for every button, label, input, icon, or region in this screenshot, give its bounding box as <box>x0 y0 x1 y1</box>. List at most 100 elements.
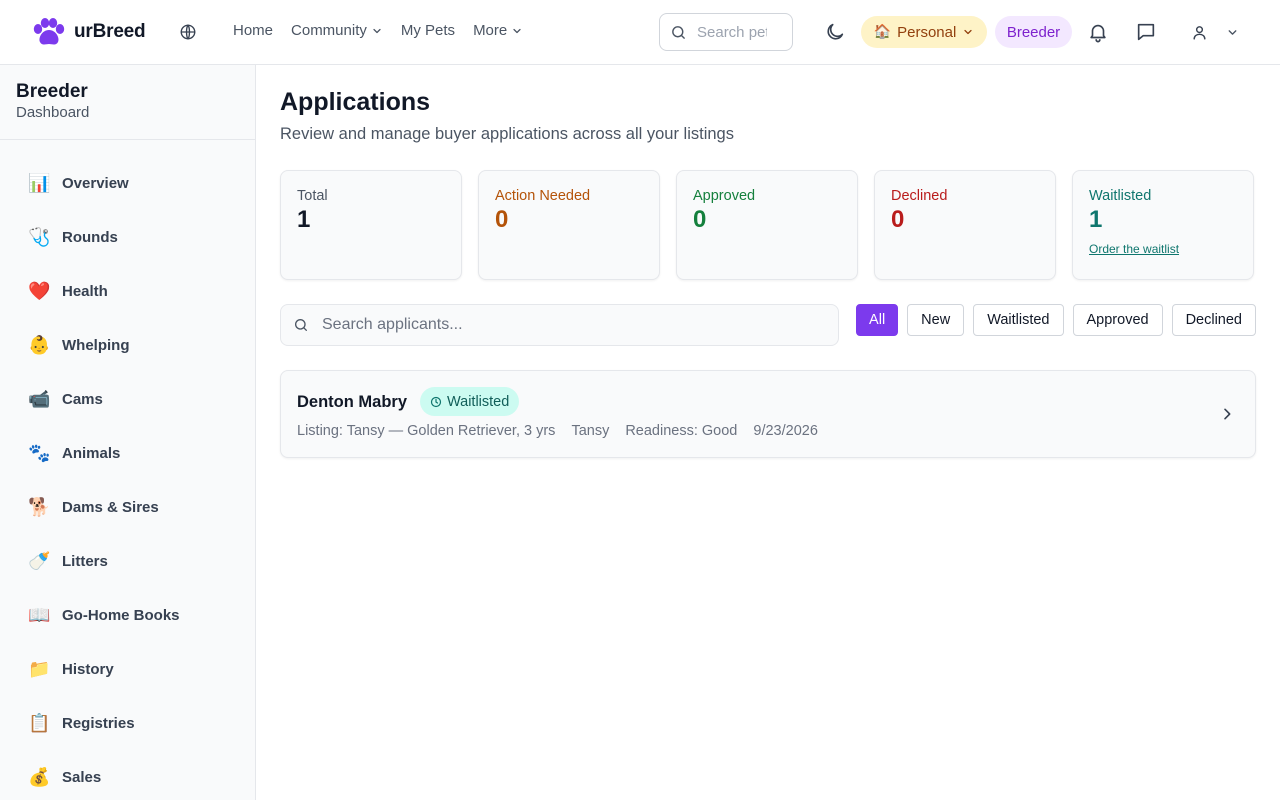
sidebar-item-label: Whelping <box>62 336 130 354</box>
stat-value: 0 <box>693 206 707 233</box>
stat-label: Total <box>297 188 328 204</box>
stat-label: Waitlisted <box>1089 188 1152 204</box>
chevron-down-icon <box>373 28 381 33</box>
sidebar-item-go-home-books[interactable]: 📖 Go-Home Books <box>0 588 255 642</box>
stat-value: 0 <box>891 206 905 233</box>
sidebar-item-label: History <box>62 660 114 678</box>
sidebar-title: Breeder <box>16 81 88 102</box>
history-icon: 📁 <box>28 658 51 680</box>
nav-label: More <box>473 22 508 39</box>
applicant-search-input[interactable] <box>322 316 822 334</box>
sidebar-item-dams-sires[interactable]: 🐕 Dams & Sires <box>0 480 255 534</box>
chevron-down-icon <box>513 28 521 33</box>
chevron-down-icon <box>964 29 972 35</box>
registries-icon: 📋 <box>28 712 51 734</box>
stat-label: Approved <box>693 188 756 204</box>
sidebar-item-label: Registries <box>62 714 135 732</box>
sidebar-item-animals[interactable]: 🐾 Animals <box>0 426 255 480</box>
breeder-mode-button[interactable]: Breeder <box>995 16 1072 48</box>
nav-label: My Pets <box>400 22 456 39</box>
sidebar-item-history[interactable]: 📁 History <box>0 642 255 696</box>
filter-chip-all[interactable]: All <box>856 304 899 336</box>
filter-chip-new[interactable]: New <box>907 304 965 336</box>
cams-icon: 📹 <box>28 388 51 410</box>
filter-row: AllNewWaitlistedApprovedDeclined <box>280 304 1256 346</box>
stat-card-declined: Declined 0 <box>874 170 1056 280</box>
nav-label: Home <box>233 22 274 39</box>
nav-my-pets[interactable]: My Pets <box>401 22 455 39</box>
chevron-right-icon <box>1224 408 1231 420</box>
status-badge: Waitlisted <box>420 387 520 416</box>
sidebar-item-litters[interactable]: 🍼 Litters <box>0 534 255 588</box>
sidebar-item-label: Overview <box>62 174 129 192</box>
sidebar-item-label: Rounds <box>62 228 118 246</box>
sidebar-item-label: Litters <box>62 552 108 570</box>
sidebar-item-label: Dams & Sires <box>62 498 159 516</box>
search-icon <box>295 319 307 331</box>
sidebar-item-registries[interactable]: 📋 Registries <box>0 696 255 750</box>
status-filter-chips: All New Waitlisted Approved Declined <box>856 304 1256 336</box>
dark-mode-moon-icon[interactable] <box>824 21 846 43</box>
applicant-name: Denton Mabry <box>297 393 408 411</box>
clock-icon <box>430 396 442 407</box>
sidebar-header: Breeder Dashboard <box>0 65 255 140</box>
stat-label: Action Needed <box>495 188 591 204</box>
nav-label: Community <box>291 22 367 39</box>
nav-community[interactable]: Community <box>291 22 383 39</box>
application-meta: Listing: Tansy — Golden Retriever, 3 yrs… <box>297 423 818 439</box>
application-pet: Tansy <box>571 423 610 439</box>
personal-mode-label: Personal <box>897 23 957 41</box>
sidebar-subtitle: Dashboard <box>16 104 90 121</box>
stat-value: 1 <box>1089 206 1103 233</box>
search-icon <box>672 25 685 39</box>
application-readiness: Readiness: Good <box>625 423 738 439</box>
sidebar-item-label: Sales <box>62 768 102 786</box>
filter-chip-declined[interactable]: Declined <box>1171 304 1256 336</box>
paw-logo-icon <box>33 18 65 45</box>
main-nav: Home Community My Pets More <box>233 22 541 39</box>
global-search[interactable] <box>659 13 793 51</box>
filter-chip-waitlisted[interactable]: Waitlisted <box>973 304 1064 336</box>
litters-icon: 🍼 <box>28 550 51 572</box>
animals-icon: 🐾 <box>28 442 51 464</box>
nav-home[interactable]: Home <box>233 22 273 39</box>
sidebar-item-sales[interactable]: 💰 Sales <box>0 750 255 800</box>
sidebar-item-rounds[interactable]: 🩺 Rounds <box>0 210 255 264</box>
nav-more[interactable]: More <box>473 22 523 39</box>
global-search-input[interactable] <box>697 23 767 41</box>
messages-chat-icon[interactable] <box>1135 21 1157 43</box>
account-chevron-down-icon[interactable] <box>1226 26 1239 39</box>
stat-card-approved: Approved 0 <box>676 170 858 280</box>
sidebar-item-health[interactable]: ❤️ Health <box>0 264 255 318</box>
application-card[interactable]: Denton Mabry Waitlisted Listing: Tansy — G… <box>280 370 1256 458</box>
stat-label: Declined <box>891 188 948 204</box>
applicant-search[interactable] <box>280 304 839 346</box>
user-account-icon[interactable] <box>1191 24 1208 41</box>
brand-logo[interactable]: urBreed <box>32 17 146 47</box>
status-badge-label: Waitlisted <box>447 393 510 410</box>
stat-card-total: Total 1 <box>280 170 462 280</box>
stat-card-action-needed: Action Needed 0 <box>478 170 660 280</box>
sidebar-item-whelping[interactable]: 👶 Whelping <box>0 318 255 372</box>
globe-icon[interactable] <box>179 23 197 41</box>
order-waitlist-link[interactable]: Order the waitlist <box>1089 242 1179 256</box>
top-navigation-bar: urBreed Home Community My Pets More 🏠 Perso… <box>0 0 1280 65</box>
sidebar-item-label: Animals <box>62 444 121 462</box>
page-subtitle: Review and manage buyer applications acr… <box>280 125 734 143</box>
sales-icon: 💰 <box>28 766 51 788</box>
stat-value: 1 <box>297 206 311 233</box>
stat-value: 0 <box>495 206 509 233</box>
dams-sires-icon: 🐕 <box>28 496 51 518</box>
breeder-sidebar: Breeder Dashboard 📊 Overview 🩺 Rounds ❤️ Heal… <box>0 65 256 800</box>
sidebar-item-overview[interactable]: 📊 Overview <box>0 156 255 210</box>
personal-mode-switcher[interactable]: 🏠 Personal <box>861 16 987 48</box>
go-home-books-icon: 📖 <box>28 604 51 626</box>
sidebar-item-cams[interactable]: 📹 Cams <box>0 372 255 426</box>
sidebar-item-label: Go-Home Books <box>62 606 180 624</box>
application-date: 9/23/2026 <box>753 423 818 439</box>
sidebar-menu: 📊 Overview 🩺 Rounds ❤️ Health 👶 Whelping 📹 Cams 🐾 A… <box>0 140 255 800</box>
sidebar-item-label: Cams <box>62 390 103 408</box>
filter-chip-approved[interactable]: Approved <box>1072 304 1163 336</box>
brand-name: urBreed <box>74 21 146 42</box>
notifications-bell-icon[interactable] <box>1087 21 1109 43</box>
